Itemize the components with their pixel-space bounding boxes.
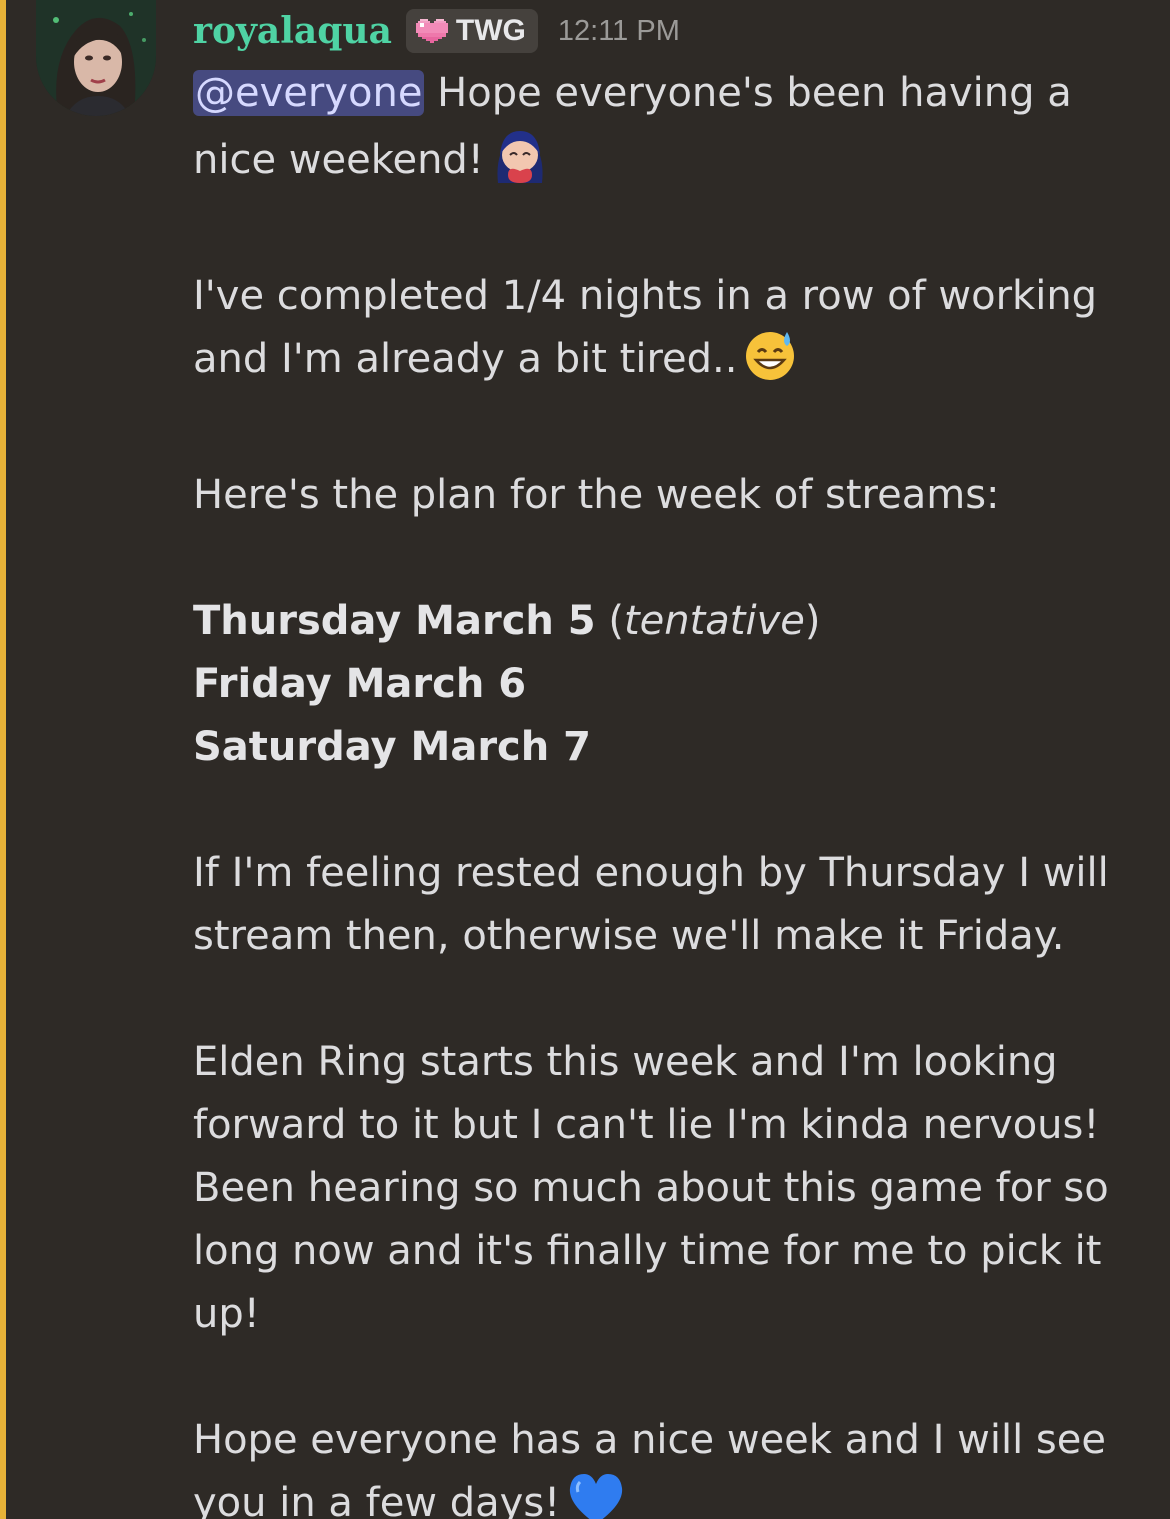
message-text: Hope everyone has a nice week and I will… bbox=[193, 1417, 1106, 1519]
schedule-item: Thursday March 5 (tentative) bbox=[193, 590, 1133, 653]
username[interactable]: royalaqua bbox=[193, 10, 392, 52]
message: royalaqua TWG 12:11 PM @everyone Hope ev… bbox=[193, 0, 1133, 1519]
message-paragraph-1: @everyone Hope everyone's been having a n… bbox=[193, 62, 1133, 202]
pixel-heart-icon bbox=[415, 19, 448, 43]
message-paragraph-7: Hope everyone has a nice week and I will… bbox=[193, 1409, 1133, 1519]
mention-highlight-bar bbox=[0, 0, 6, 1519]
message-text: Hope everyone's been having a bbox=[424, 70, 1072, 116]
sweat-smile-emoji-icon[interactable] bbox=[743, 328, 797, 401]
message-paragraph-6: Elden Ring starts this week and I'm look… bbox=[193, 1039, 1109, 1337]
message-paragraph-2: I've completed 1/4 nights in a row of wo… bbox=[193, 265, 1133, 401]
schedule-item: Saturday March 7 bbox=[193, 716, 1133, 779]
hugging-heart-emote-icon[interactable] bbox=[490, 125, 550, 202]
message-paragraph-3: Here's the plan for the week of streams: bbox=[193, 472, 1000, 518]
message-paragraph-5: If I'm feeling rested enough by Thursday… bbox=[193, 850, 1109, 959]
server-tag[interactable]: TWG bbox=[405, 9, 538, 53]
everyone-mention[interactable]: @everyone bbox=[193, 70, 425, 116]
server-tag-label: TWG bbox=[455, 14, 526, 47]
schedule-note-open: ( bbox=[595, 598, 624, 644]
schedule-day: Thursday March 5 bbox=[193, 598, 596, 644]
message-text: nice weekend! bbox=[193, 137, 484, 183]
avatar[interactable] bbox=[36, 0, 156, 116]
message-timestamp[interactable]: 12:11 PM bbox=[558, 15, 680, 48]
message-content: @everyone Hope everyone's been having a n… bbox=[193, 62, 1133, 1519]
schedule-item: Friday March 6 bbox=[193, 653, 1133, 716]
message-text: I've completed 1/4 nights in a row of wo… bbox=[193, 273, 1098, 382]
schedule-note-close: ) bbox=[804, 598, 821, 644]
schedule-note: tentative bbox=[623, 598, 805, 644]
schedule-day: Saturday March 7 bbox=[193, 724, 591, 770]
schedule-day: Friday March 6 bbox=[193, 661, 527, 707]
blue-heart-emoji-icon[interactable] bbox=[566, 1472, 626, 1519]
avatar-image bbox=[36, 0, 156, 116]
message-header: royalaqua TWG 12:11 PM bbox=[193, 0, 1133, 62]
